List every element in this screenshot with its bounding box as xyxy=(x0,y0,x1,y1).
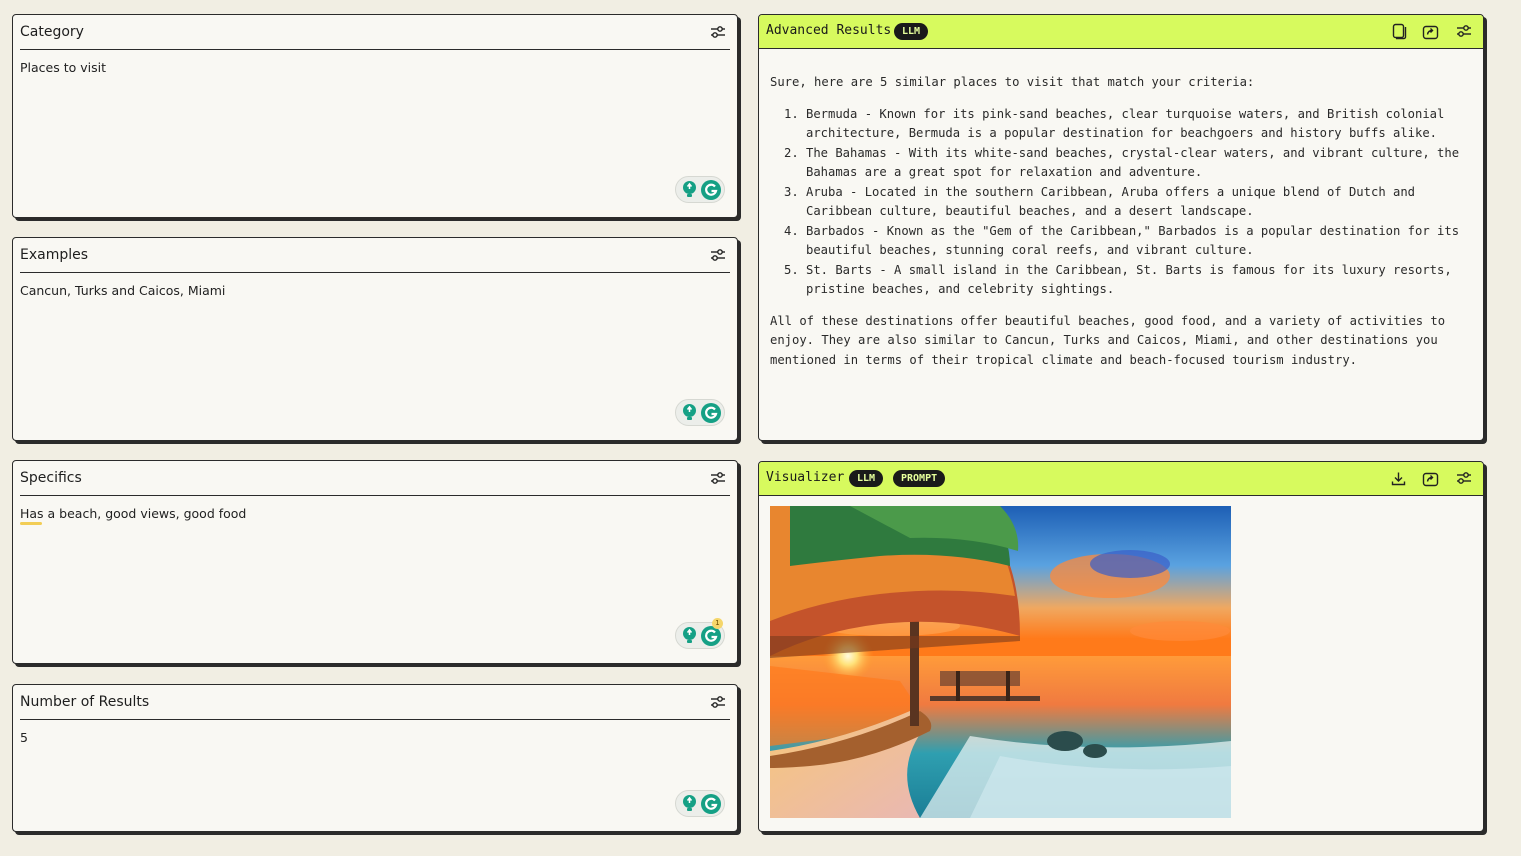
copy-icon[interactable] xyxy=(1390,23,1407,40)
specifics-value[interactable]: Has a beach, good views, good food xyxy=(20,506,246,521)
results-intro: Sure, here are 5 similar places to visit… xyxy=(770,75,1255,89)
grammarly-alert-count: 1 xyxy=(712,618,723,629)
sliders-icon[interactable] xyxy=(710,471,726,485)
download-icon[interactable] xyxy=(1390,470,1407,487)
results-text: Sure, here are 5 similar places to visit… xyxy=(770,73,1471,370)
spelling-underline xyxy=(20,522,42,525)
grammarly-widget[interactable] xyxy=(675,176,725,203)
visualizer-card: Visualizer LLM PROMPT xyxy=(758,461,1484,832)
lightbulb-icon[interactable] xyxy=(681,180,698,199)
advanced-results-card: Advanced Results LLM Sure, here are 5 si… xyxy=(758,14,1484,441)
category-card: Category Places to visit xyxy=(12,14,738,218)
number-of-results-card: Number of Results 5 xyxy=(12,684,738,832)
category-value[interactable]: Places to visit xyxy=(20,60,106,75)
llm-badge: LLM xyxy=(849,470,884,487)
sliders-icon[interactable] xyxy=(710,248,726,262)
grammarly-icon[interactable] xyxy=(701,794,721,814)
card-header: Number of Results xyxy=(20,685,730,720)
beach-sunset-image xyxy=(770,506,1231,818)
grammarly-icon[interactable] xyxy=(701,626,721,646)
grammarly-widget[interactable] xyxy=(675,399,725,426)
category-title: Category xyxy=(20,24,84,40)
number-of-results-value[interactable]: 5 xyxy=(20,730,28,745)
results-title: Advanced Results xyxy=(766,23,892,38)
list-item: St. Barts - A small island in the Caribb… xyxy=(806,261,1471,300)
list-item: Aruba - Located in the southern Caribbea… xyxy=(806,183,1471,222)
visualizer-header: Visualizer LLM PROMPT xyxy=(759,462,1483,496)
examples-title: Examples xyxy=(20,247,89,263)
specifics-card: Specifics Has a beach, good views, good … xyxy=(12,460,738,664)
sliders-icon[interactable] xyxy=(710,695,726,709)
examples-value[interactable]: Cancun, Turks and Caicos, Miami xyxy=(20,283,225,298)
grammarly-widget[interactable]: 1 xyxy=(675,618,725,649)
lightbulb-icon[interactable] xyxy=(681,403,698,422)
card-header: Examples xyxy=(20,238,730,273)
share-icon[interactable] xyxy=(1422,23,1439,40)
results-list: Bermuda - Known for its pink-sand beache… xyxy=(770,105,1471,300)
lightbulb-icon[interactable] xyxy=(681,626,698,645)
grammarly-icon[interactable] xyxy=(701,403,721,423)
results-header: Advanced Results LLM xyxy=(759,15,1483,49)
generated-image[interactable] xyxy=(770,506,1231,818)
examples-card: Examples Cancun, Turks and Caicos, Miami xyxy=(12,237,738,441)
share-icon[interactable] xyxy=(1422,470,1439,487)
results-outro: All of these destinations offer beautifu… xyxy=(770,313,1446,367)
card-header: Category xyxy=(20,15,730,50)
lightbulb-icon[interactable] xyxy=(681,794,698,813)
sliders-icon[interactable] xyxy=(1456,471,1472,485)
specifics-title: Specifics xyxy=(20,470,82,486)
list-item: Barbados - Known as the "Gem of the Cari… xyxy=(806,222,1471,261)
sliders-icon[interactable] xyxy=(1456,24,1472,38)
sliders-icon[interactable] xyxy=(710,25,726,39)
llm-badge: LLM xyxy=(894,23,929,40)
prompt-badge: PROMPT xyxy=(893,470,946,487)
list-item: The Bahamas - With its white-sand beache… xyxy=(806,144,1471,183)
number-of-results-title: Number of Results xyxy=(20,694,150,710)
list-item: Bermuda - Known for its pink-sand beache… xyxy=(806,105,1471,144)
card-header: Specifics xyxy=(20,461,730,496)
grammarly-widget[interactable] xyxy=(675,790,725,817)
visualizer-title: Visualizer xyxy=(766,470,845,485)
grammarly-icon[interactable] xyxy=(701,180,721,200)
